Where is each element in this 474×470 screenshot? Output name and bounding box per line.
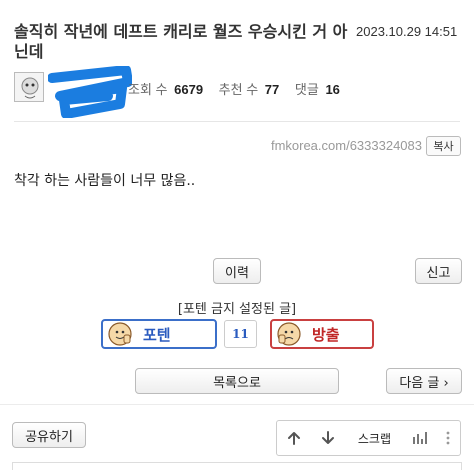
post-stats: 조회 수 6679 추천 수 77 댓글 16 (128, 79, 352, 98)
post-url[interactable]: fmkorea.com/6333324083 (271, 138, 422, 153)
scrap-button[interactable]: 스크랩 (345, 421, 405, 455)
thumbs-down-face-icon (277, 322, 301, 346)
comment-box-edge (12, 462, 462, 470)
vote-down-label: 방출 (312, 325, 340, 344)
next-post-button[interactable]: 다음 글 › (386, 368, 462, 394)
report-button[interactable]: 신고 (415, 258, 462, 284)
copy-url-button[interactable]: 복사 (426, 136, 461, 156)
post-title: 솔직히 작년에 데프트 캐리로 월즈 우승시킨 거 아닌데 (14, 22, 348, 61)
post-datetime: 2023.10.29 14:51 (356, 24, 458, 39)
views-label: 조회 수 (128, 82, 168, 97)
more-dots-icon[interactable] (436, 421, 460, 455)
header-divider (14, 121, 460, 122)
vote-up-button[interactable]: 포텐 (101, 319, 217, 349)
vote-count: 11 (224, 320, 257, 348)
comments-count: 16 (325, 82, 340, 97)
thumbs-up-face-icon (108, 322, 132, 346)
post-content: 착각 하는 사람들이 너무 많음.. (14, 173, 196, 189)
redacted-nickname-scribble (48, 66, 132, 118)
share-button[interactable]: 공유하기 (12, 422, 86, 448)
history-button[interactable]: 이력 (213, 258, 261, 284)
footer-divider (0, 404, 474, 405)
recommend-label: 추천 수 (218, 82, 259, 97)
arrow-up-icon[interactable] (277, 421, 311, 455)
avatar[interactable] (14, 72, 44, 102)
views-count: 6679 (174, 82, 204, 97)
bar-chart-icon[interactable] (404, 421, 436, 455)
comments-label: 댓글 (294, 82, 319, 97)
vote-up-label: 포텐 (143, 325, 171, 344)
post-tools-bar: 스크랩 (276, 420, 461, 456)
back-to-list-button[interactable]: 목록으로 (135, 368, 339, 394)
arrow-down-icon[interactable] (311, 421, 345, 455)
vote-down-button[interactable]: 방출 (270, 319, 374, 349)
recommend-count: 77 (264, 82, 280, 97)
potten-ban-notice: [포텐 금지 설정된 글] (177, 302, 297, 317)
